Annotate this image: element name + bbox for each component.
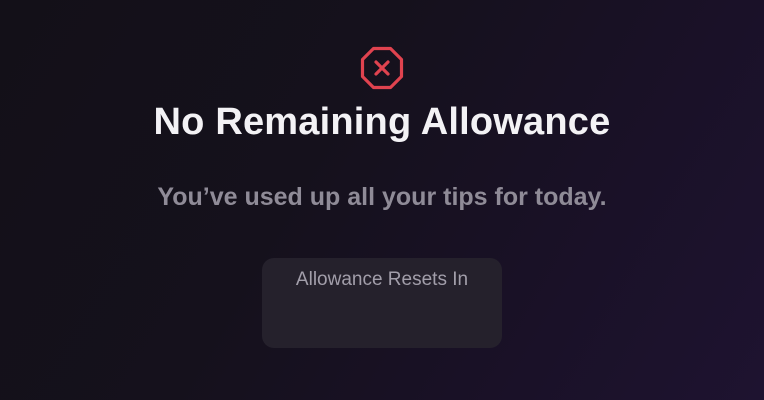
octagon-x-icon — [360, 46, 404, 90]
reset-countdown-card: Allowance Resets In — [262, 258, 502, 348]
page-title: No Remaining Allowance — [153, 101, 611, 143]
no-allowance-panel: No Remaining Allowance You’ve used up al… — [0, 0, 764, 400]
status-message: You’ve used up all your tips for today. — [157, 183, 607, 211]
reset-countdown-label: Allowance Resets In — [295, 269, 469, 290]
